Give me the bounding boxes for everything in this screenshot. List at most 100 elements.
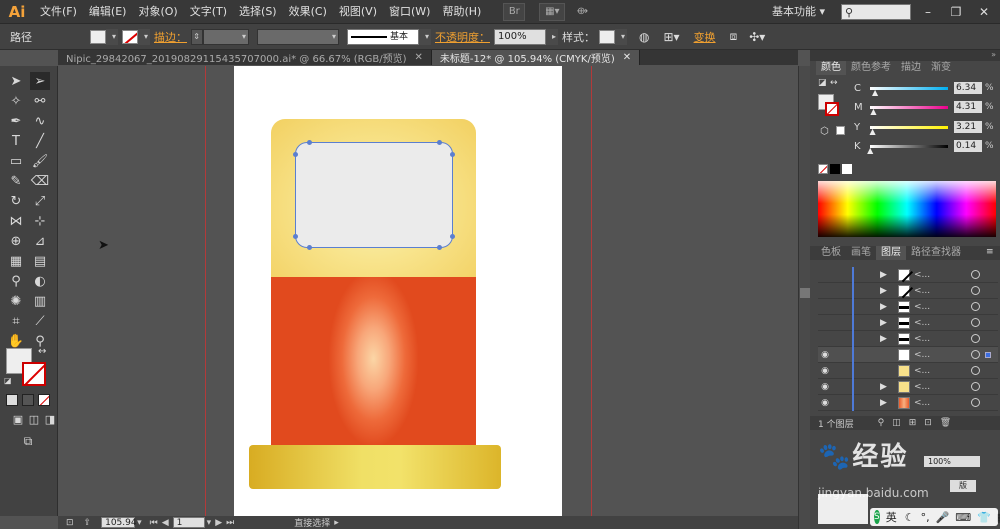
align-icon[interactable]: ⊞▾: [663, 30, 679, 44]
layer-row[interactable]: ▶ <...: [818, 331, 998, 347]
opacity-field[interactable]: 100%: [494, 28, 546, 45]
pencil-tool-icon[interactable]: ✎: [6, 172, 26, 190]
lock-toggle[interactable]: [836, 300, 850, 314]
swap-colors-icon[interactable]: ↔: [38, 346, 46, 357]
layer-row[interactable]: ▶ <...: [818, 267, 998, 283]
share-icon[interactable]: ⇪: [84, 518, 92, 528]
screen-rounded-rect[interactable]: [295, 142, 453, 248]
menu-select[interactable]: 选择(S): [233, 0, 283, 24]
target-circle-icon[interactable]: [971, 318, 980, 327]
lock-toggle[interactable]: [836, 316, 850, 330]
mesh-tool-icon[interactable]: ▦: [6, 252, 26, 270]
vertical-scrollbar[interactable]: [798, 66, 810, 529]
brush-dropdown[interactable]: ▾: [419, 28, 431, 45]
lock-toggle[interactable]: [836, 284, 850, 298]
gradient-tool-icon[interactable]: ▤: [30, 252, 50, 270]
yellow-slider[interactable]: [870, 126, 948, 129]
rectangle-tool-icon[interactable]: ▭: [6, 152, 26, 170]
symbol-sprayer-tool-icon[interactable]: ✺: [6, 292, 26, 310]
zoom-field[interactable]: 105.94: [101, 517, 137, 528]
layer-row[interactable]: ◉ ▶ <...: [818, 395, 998, 411]
color-spectrum[interactable]: [818, 181, 996, 237]
tab-gradient[interactable]: 渐变: [926, 61, 956, 75]
black-value[interactable]: 0.14: [954, 140, 982, 152]
anchor-point[interactable]: [293, 152, 298, 157]
magenta-slider-thumb[interactable]: ▲: [870, 107, 876, 116]
stroke-dropdown[interactable]: ▾: [138, 28, 150, 45]
menu-help[interactable]: 帮助(H): [436, 0, 487, 24]
menu-effect[interactable]: 效果(C): [283, 0, 333, 24]
yellow-slider-thumb[interactable]: ▲: [870, 127, 876, 136]
tab-close-icon[interactable]: ✕: [623, 52, 631, 63]
recolor-icon[interactable]: ◍: [639, 30, 649, 44]
red-body-shape[interactable]: [271, 277, 476, 447]
collapsed-panel-button[interactable]: 版: [950, 480, 976, 492]
workspace-switcher[interactable]: 基本功能 ▾: [772, 0, 825, 24]
tab-layers[interactable]: 图层: [876, 246, 906, 260]
yellow-value[interactable]: 3.21: [954, 121, 982, 133]
tab-untitled-document[interactable]: 未标题-12* @ 105.94% (CMYK/预览) ✕: [431, 50, 641, 65]
layer-row[interactable]: ▶ <...: [818, 315, 998, 331]
anchor-point[interactable]: [293, 234, 298, 239]
tab-swatches[interactable]: 色板: [816, 246, 846, 260]
layer-name[interactable]: <...: [914, 286, 930, 296]
menu-edit[interactable]: 编辑(E): [83, 0, 133, 24]
stroke-weight-field[interactable]: ▾: [203, 28, 249, 45]
gold-base-shape[interactable]: [249, 445, 501, 489]
opacity-dropdown[interactable]: ▸: [546, 28, 558, 45]
lock-toggle[interactable]: [836, 380, 850, 394]
ime-moon-icon[interactable]: ☾: [905, 511, 915, 524]
black-slider[interactable]: [870, 145, 948, 148]
sogou-ime-icon[interactable]: S: [874, 510, 880, 524]
panel-collapse-bar[interactable]: »: [810, 50, 1000, 61]
target-circle-icon[interactable]: [971, 366, 980, 375]
default-colors-icon[interactable]: ◪: [4, 376, 12, 385]
target-circle-icon[interactable]: [971, 382, 980, 391]
lock-toggle[interactable]: [836, 364, 850, 378]
stroke-swatch[interactable]: [122, 29, 138, 44]
menu-object[interactable]: 对象(O): [132, 0, 183, 24]
visibility-eye-icon[interactable]: ◉: [818, 364, 832, 378]
selection-tool-icon[interactable]: ➤: [6, 72, 26, 90]
target-circle-icon[interactable]: [971, 334, 980, 343]
lock-toggle[interactable]: [836, 332, 850, 346]
last-artboard-icon[interactable]: ⏭: [226, 518, 234, 528]
none-swatch[interactable]: [818, 164, 828, 174]
lock-toggle[interactable]: [836, 268, 850, 282]
lock-toggle[interactable]: [836, 396, 850, 410]
fill-swatch[interactable]: [90, 29, 106, 44]
scale-tool-icon[interactable]: ⤢: [30, 192, 50, 210]
visibility-eye-icon[interactable]: [818, 300, 832, 314]
menu-view[interactable]: 视图(V): [333, 0, 383, 24]
tab-stroke[interactable]: 描边: [896, 61, 926, 75]
transparency-opacity-field[interactable]: 100%: [924, 456, 980, 467]
eyedropper-tool-icon[interactable]: ⚲: [6, 272, 26, 290]
minimize-button[interactable]: –: [918, 4, 938, 20]
layer-name[interactable]: <...: [914, 270, 930, 280]
rotate-tool-icon[interactable]: ↻: [6, 192, 26, 210]
black-swatch[interactable]: [830, 164, 840, 174]
visibility-eye-icon[interactable]: ◉: [818, 396, 832, 410]
layer-name[interactable]: <...: [914, 366, 930, 376]
prev-artboard-icon[interactable]: ◀: [162, 518, 169, 528]
transform-label[interactable]: 变换: [694, 29, 716, 45]
layer-row[interactable]: ▶ <...: [818, 283, 998, 299]
none-mode-icon[interactable]: [38, 394, 50, 406]
artboard-tool-icon[interactable]: ⌗: [6, 312, 26, 330]
target-circle-icon[interactable]: [971, 302, 980, 311]
anchor-point[interactable]: [437, 245, 442, 250]
ime-skin-icon[interactable]: 👕: [977, 511, 991, 524]
shape-builder-tool-icon[interactable]: ⊕: [6, 232, 26, 250]
restore-button[interactable]: ❐: [946, 4, 966, 20]
layer-row[interactable]: ▶ <...: [818, 299, 998, 315]
close-button[interactable]: ✕: [974, 4, 994, 20]
anchor-point[interactable]: [307, 245, 312, 250]
menu-type[interactable]: 文字(T): [184, 0, 233, 24]
blend-tool-icon[interactable]: ◐: [30, 272, 50, 290]
cyan-value[interactable]: 6.34: [954, 82, 982, 94]
gradient-mode-icon[interactable]: [22, 394, 34, 406]
anchor-point[interactable]: [307, 140, 312, 145]
next-artboard-icon[interactable]: ▶: [215, 518, 222, 528]
ime-punctuation-icon[interactable]: °,: [921, 511, 930, 524]
stroke-label[interactable]: 描边：: [154, 29, 187, 45]
